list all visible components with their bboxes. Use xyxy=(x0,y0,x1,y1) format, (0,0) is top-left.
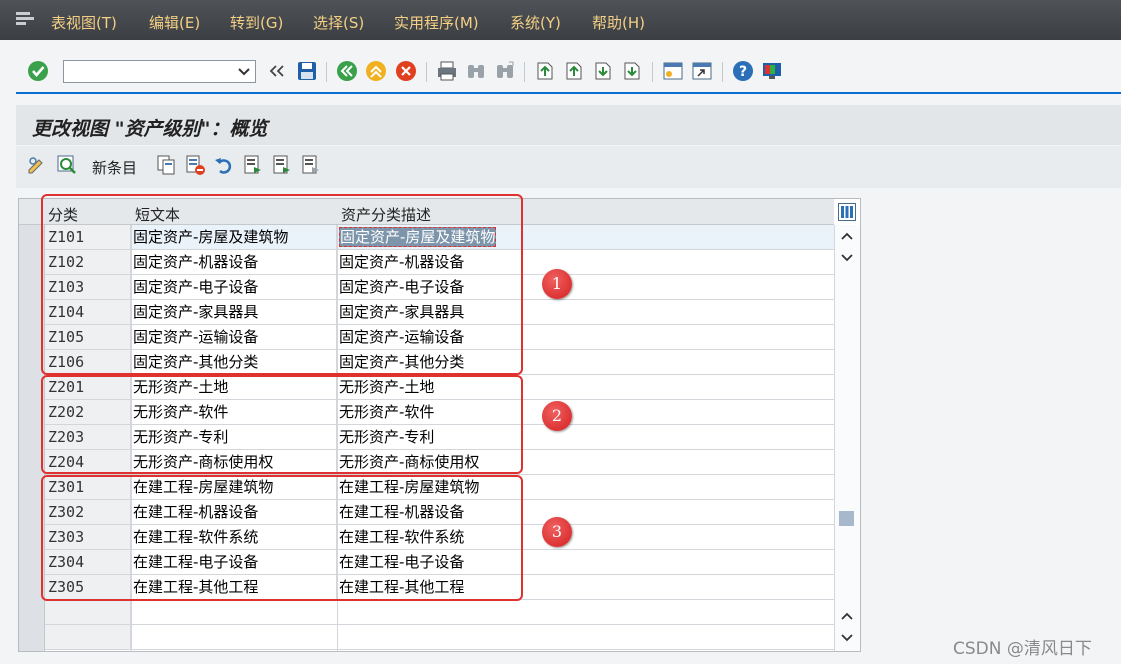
menu-selection[interactable]: 选择(S) xyxy=(313,12,364,33)
customize-layout-icon[interactable] xyxy=(761,60,783,82)
save-icon[interactable] xyxy=(296,60,318,82)
delete-icon[interactable] xyxy=(184,154,206,176)
annotation-box-fixed-assets xyxy=(41,194,523,375)
menu-system[interactable]: 系统(Y) xyxy=(510,12,561,33)
cell-class-code xyxy=(45,600,131,624)
annotation-box-construction xyxy=(41,475,523,601)
annotation-badge-1: 1 xyxy=(542,269,572,299)
system-menu-icon[interactable] xyxy=(16,12,34,26)
annotation-badge-3: 3 xyxy=(542,517,572,547)
last-page-icon[interactable] xyxy=(621,60,643,82)
application-toolbar: 新条目 xyxy=(16,146,1121,188)
command-field[interactable] xyxy=(63,60,256,83)
create-session-icon[interactable] xyxy=(662,60,684,82)
collapse-icon[interactable] xyxy=(266,60,288,82)
deselect-all-icon[interactable] xyxy=(300,154,322,176)
scroll-down-icon[interactable] xyxy=(840,251,854,265)
find-icon[interactable] xyxy=(465,60,487,82)
scroll-page-down-icon[interactable] xyxy=(840,631,854,645)
chevron-down-icon[interactable] xyxy=(237,65,251,79)
select-all-icon[interactable] xyxy=(242,154,264,176)
annotation-badge-2: 2 xyxy=(542,401,572,431)
new-entries-button[interactable]: 新条目 xyxy=(92,157,137,178)
menu-edit[interactable]: 编辑(E) xyxy=(149,12,200,33)
previous-page-icon[interactable] xyxy=(563,60,585,82)
copy-as-icon[interactable] xyxy=(155,154,177,176)
svg-text:?: ? xyxy=(739,64,747,80)
shortcut-icon[interactable] xyxy=(691,60,713,82)
standard-toolbar: ? xyxy=(0,40,1121,96)
cancel-icon[interactable] xyxy=(395,60,417,82)
back-icon[interactable] xyxy=(336,60,358,82)
first-page-icon[interactable] xyxy=(534,60,556,82)
toolbar-divider xyxy=(16,92,1121,94)
annotation-box-intangible-assets xyxy=(41,375,523,474)
help-icon[interactable]: ? xyxy=(732,60,754,82)
cell-class-code xyxy=(45,625,131,649)
print-icon[interactable] xyxy=(436,60,458,82)
scroll-up-icon[interactable] xyxy=(840,229,854,243)
check-icon[interactable] xyxy=(27,60,49,82)
page-title: 更改视图 "资产级别"：概览 xyxy=(32,118,268,140)
scroll-page-up-icon[interactable] xyxy=(840,609,854,623)
display-change-icon[interactable] xyxy=(26,154,48,176)
details-icon[interactable] xyxy=(56,154,78,176)
column-settings-icon[interactable] xyxy=(838,203,856,221)
menu-utilities[interactable]: 实用程序(M) xyxy=(394,12,479,33)
next-page-icon[interactable] xyxy=(592,60,614,82)
scroll-thumb[interactable] xyxy=(839,511,854,526)
menu-goto[interactable]: 转到(G) xyxy=(230,12,283,33)
empty-table-row[interactable] xyxy=(45,600,834,625)
watermark: CSDN @清风日下 xyxy=(953,639,1092,659)
menu-help[interactable]: 帮助(H) xyxy=(592,12,645,33)
title-bar: 更改视图 "资产级别"：概览 xyxy=(16,105,1121,145)
select-block-icon[interactable] xyxy=(271,154,293,176)
menu-table-view[interactable]: 表视图(T) xyxy=(51,12,117,33)
find-next-icon[interactable] xyxy=(494,60,516,82)
vertical-scrollbar[interactable] xyxy=(834,225,860,651)
empty-table-row[interactable] xyxy=(45,625,834,650)
command-input[interactable] xyxy=(66,62,230,83)
exit-icon[interactable] xyxy=(365,60,387,82)
undo-icon[interactable] xyxy=(213,154,235,176)
menu-bar: 表视图(T) 编辑(E) 转到(G) 选择(S) 实用程序(M) 系统(Y) 帮… xyxy=(0,0,1121,40)
